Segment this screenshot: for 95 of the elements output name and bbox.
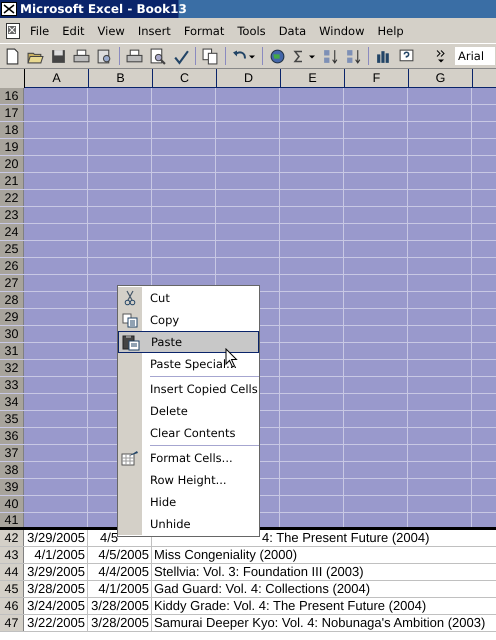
magnifier-icon[interactable] (149, 48, 166, 64)
menu-item[interactable]: Insert (138, 24, 171, 38)
clipboard-icon (122, 334, 140, 350)
row-header[interactable]: 41 (0, 513, 24, 527)
copy-icon[interactable] (202, 48, 219, 64)
column-header[interactable]: A (25, 69, 89, 88)
menu-item[interactable]: View (98, 24, 125, 38)
row-header[interactable]: 28 (0, 292, 24, 308)
table-cell: 4/5/2005 (88, 547, 152, 563)
row-header[interactable]: 35 (0, 411, 24, 427)
sort-ascending-icon[interactable] (322, 48, 339, 64)
row-header[interactable]: 17 (0, 105, 24, 121)
column-header[interactable]: C (153, 69, 217, 88)
row-header[interactable]: 27 (0, 275, 24, 291)
table-cell: 3/28/2005 (88, 598, 152, 614)
spelling-check-icon[interactable] (172, 48, 189, 64)
menu-item[interactable]: Hide (118, 491, 259, 513)
preview-icon[interactable] (96, 48, 113, 64)
sort-descending-icon[interactable] (345, 48, 362, 64)
scissors-icon (124, 290, 136, 306)
row-header[interactable]: 36 (0, 428, 24, 444)
new-document-icon[interactable] (4, 48, 21, 64)
row-header[interactable]: 46 (0, 598, 24, 614)
row-header[interactable]: 30 (0, 326, 24, 342)
row-header[interactable]: 37 (0, 445, 24, 461)
printer-icon[interactable] (73, 48, 90, 64)
menu-item[interactable]: Format Cells... (118, 447, 259, 469)
globe-icon[interactable] (269, 48, 286, 64)
menu-item[interactable]: Window (319, 24, 364, 38)
copy-icon (122, 312, 138, 328)
row-header[interactable]: 32 (0, 360, 24, 376)
table-cell: 4/4/2005 (88, 564, 152, 580)
column-header[interactable]: B (89, 69, 153, 88)
table-cell: 3/22/2005 (24, 615, 88, 631)
table-cell: Miss Congeniality (2000) (154, 547, 298, 563)
menu-item[interactable]: Insert Copied Cells (118, 378, 259, 400)
table-cell: Kiddy Grade: Vol. 4: The Present Future (2004) (154, 598, 426, 614)
table-cell: Gad Guard: Vol. 4: Collections (2004) (154, 581, 370, 597)
table-cell: 3/29/2005 (24, 564, 88, 580)
menu-item[interactable]: File (30, 24, 50, 38)
table-cell: Stellvia: Vol. 3: Foundation III (2003) (154, 564, 364, 580)
printer-icon[interactable] (126, 48, 143, 64)
column-header[interactable]: E (281, 69, 345, 88)
row-header[interactable]: 40 (0, 496, 24, 512)
table-cell: 4/1/2005 (24, 547, 88, 563)
row-header[interactable]: 29 (0, 309, 24, 325)
menu-item[interactable]: Row Height... (118, 469, 259, 491)
row-header[interactable]: 20 (0, 156, 24, 172)
menu-item[interactable]: Data (278, 24, 306, 38)
more-options-icon[interactable] (435, 48, 447, 64)
menu-item[interactable]: Delete (118, 400, 259, 422)
row-header[interactable]: 16 (0, 88, 24, 104)
menu-item[interactable]: Edit (62, 24, 85, 38)
table-cell: 3/29/2005 (24, 530, 88, 546)
table-cell: 3/28/2005 (24, 581, 88, 597)
save-icon[interactable] (50, 48, 67, 64)
row-header[interactable]: 21 (0, 173, 24, 189)
row-header[interactable]: 24 (0, 224, 24, 240)
spreadsheet-icon (1, 2, 17, 16)
table-cell: 3/24/2005 (24, 598, 88, 614)
row-header[interactable]: 45 (0, 581, 24, 597)
workbook-icon[interactable] (4, 22, 22, 40)
row-header[interactable]: 31 (0, 343, 24, 359)
table-cell: 3/28/2005 (88, 615, 152, 631)
menu-item[interactable]: Format (184, 24, 224, 38)
row-header[interactable]: 22 (0, 190, 24, 206)
menu-item[interactable]: Paste (118, 331, 259, 353)
row-header[interactable]: 38 (0, 462, 24, 478)
row-header[interactable]: 26 (0, 258, 24, 274)
row-header[interactable]: 47 (0, 615, 24, 631)
row-header[interactable]: 44 (0, 564, 24, 580)
row-header[interactable]: 34 (0, 394, 24, 410)
menu-item[interactable]: Help (378, 24, 404, 38)
table-cell: 4: The Present Future (2004) (262, 530, 430, 546)
row-header[interactable]: 39 (0, 479, 24, 495)
row-header[interactable]: 23 (0, 207, 24, 223)
row-header[interactable]: 19 (0, 139, 24, 155)
row-header[interactable]: 43 (0, 547, 24, 563)
column-header[interactable]: D (217, 69, 281, 88)
menu-item[interactable]: Clear Contents (118, 422, 259, 444)
row-header[interactable]: 25 (0, 241, 24, 257)
table-cell: Samurai Deeper Kyo: Vol. 4: Nobunaga's Ambition (2003) (154, 615, 486, 631)
row-header[interactable]: 18 (0, 122, 24, 138)
menu-item[interactable]: Cut (118, 287, 259, 309)
column-header[interactable]: G (409, 69, 473, 88)
menu-item[interactable]: Copy (118, 309, 259, 331)
column-header[interactable]: F (345, 69, 409, 88)
menu-item[interactable]: Tools (237, 24, 266, 38)
font-field[interactable]: Arial (455, 47, 495, 65)
row-header[interactable]: 33 (0, 377, 24, 393)
format-cells-icon (121, 450, 139, 466)
table-cell: 4/1/2005 (88, 581, 152, 597)
help-icon[interactable] (398, 48, 415, 64)
window-title: Microsoft Excel - Book13 (20, 2, 187, 16)
row-header[interactable]: 42 (0, 530, 24, 546)
